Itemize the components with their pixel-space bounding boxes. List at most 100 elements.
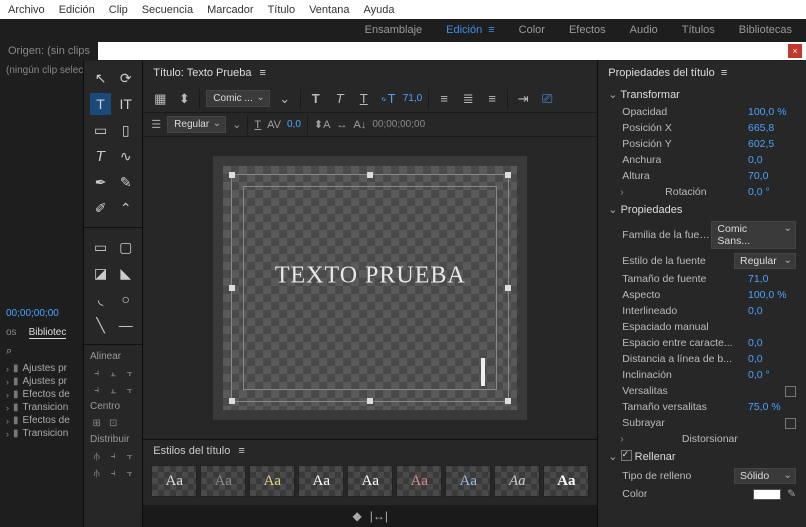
markers-icon[interactable]: |↔| [370, 509, 388, 523]
slant-value[interactable]: 0,0 ° [748, 369, 796, 381]
path-type-tool-icon[interactable]: 𝘛 [90, 145, 111, 167]
opacity-value[interactable]: 100,0 % [748, 106, 796, 118]
align-icon[interactable]: ⫞ [90, 383, 103, 397]
workspace-tab-active[interactable]: Edición [446, 24, 495, 36]
style-swatch[interactable]: Aa [200, 465, 246, 497]
line-tool2-icon[interactable]: — [115, 314, 136, 336]
distribute-icon[interactable]: ⫟ [123, 466, 136, 480]
panel-tab-selected[interactable]: Bibliotec [29, 327, 67, 339]
color-swatch[interactable] [753, 489, 781, 500]
menu-item[interactable]: Título [268, 4, 296, 16]
pos-y-value[interactable]: 602,5 [748, 138, 796, 150]
distribute-icon[interactable]: ⫛ [90, 466, 103, 480]
aspect-value[interactable]: 100,0 % [748, 289, 796, 301]
handle-icon[interactable] [367, 398, 373, 404]
baseline-value[interactable]: 0,0 [748, 353, 796, 365]
menu-item[interactable]: Archivo [8, 4, 45, 16]
align-icon[interactable]: ⫠ [106, 383, 119, 397]
menu-item[interactable]: Secuencia [142, 4, 193, 16]
workspace-tab[interactable]: Efectos [569, 24, 606, 36]
style-swatch[interactable]: Aa [249, 465, 295, 497]
list-item[interactable]: ›▮Efectos de [2, 414, 81, 427]
style-swatch[interactable]: Aa [543, 465, 589, 497]
smallcaps-size-value[interactable]: 75,0 % [748, 401, 796, 413]
smallcaps-checkbox[interactable] [785, 386, 796, 397]
vertical-type-tool-icon[interactable]: IT [115, 93, 136, 115]
line-tool-icon[interactable]: ╲ [90, 314, 111, 336]
pos-x-value[interactable]: 665,8 [748, 122, 796, 134]
menu-item[interactable]: Edición [59, 4, 95, 16]
panel-menu-icon[interactable]: ≡ [260, 67, 266, 79]
ellipse-tool-icon[interactable]: ○ [115, 288, 136, 310]
selection-tool-icon[interactable]: ↖ [90, 67, 111, 89]
style-swatch[interactable]: Aa [347, 465, 393, 497]
tracking-icon[interactable]: ↔ [336, 119, 347, 131]
panel-menu-icon[interactable]: ≡ [721, 67, 727, 79]
style-swatch[interactable]: Aa [298, 465, 344, 497]
align-right-icon[interactable]: ≡ [483, 91, 501, 106]
workspace-tab[interactable]: Títulos [682, 24, 715, 36]
handle-icon[interactable] [505, 172, 511, 178]
add-anchor-icon[interactable]: ✎ [115, 171, 136, 193]
font-style-select[interactable]: Regular [167, 116, 226, 133]
list-icon[interactable]: ☰ [151, 118, 161, 131]
leading-icon[interactable]: ⬍A [314, 118, 331, 131]
options-timecode[interactable]: 00;00;00;00 [372, 119, 425, 130]
snap-icon[interactable]: ◆ [353, 509, 362, 523]
font-family-select[interactable]: Comic Sans... [711, 221, 796, 249]
rectangle-tool-icon[interactable]: ▭ [90, 236, 111, 258]
font-style-select[interactable]: Regular [734, 253, 796, 269]
workspace-tab[interactable]: Color [519, 24, 545, 36]
underline-icon[interactable]: T [254, 119, 261, 131]
arc-tool-icon[interactable]: ◟ [90, 288, 111, 310]
width-value[interactable]: 0,0 [748, 154, 796, 166]
height-value[interactable]: 70,0 [748, 170, 796, 182]
timecode[interactable]: 00;00;00;00 [0, 304, 83, 323]
font-size-value[interactable]: 71,0 [748, 273, 796, 285]
list-item[interactable]: ›▮Ajustes pr [2, 362, 81, 375]
section-transform[interactable]: Transformar [598, 85, 806, 104]
handle-icon[interactable] [229, 398, 235, 404]
wedge-tool-icon[interactable]: ◣ [115, 262, 136, 284]
chevron-down-icon[interactable]: ⌄ [276, 91, 294, 107]
rotation-value[interactable]: 0,0 ° [748, 186, 796, 198]
menu-item[interactable]: Clip [109, 4, 128, 16]
baseline-icon[interactable]: A↓ [353, 119, 366, 131]
align-left-icon[interactable]: ≡ [435, 91, 453, 106]
handle-icon[interactable] [367, 172, 373, 178]
align-icon[interactable]: ⫠ [106, 366, 119, 380]
align-icon[interactable]: ⫞ [90, 366, 103, 380]
font-family-select[interactable]: Comic ... [206, 90, 269, 107]
style-swatch[interactable]: Aa [445, 465, 491, 497]
center-icon[interactable]: ⊡ [106, 416, 119, 430]
style-swatch[interactable]: Aa [494, 465, 540, 497]
distribute-icon[interactable]: ⫞ [106, 466, 119, 480]
pen-tool-icon[interactable]: ✒ [90, 171, 111, 193]
bold-icon[interactable]: T [307, 91, 325, 106]
roll-crawl-icon[interactable]: ⬍ [175, 91, 193, 107]
close-icon[interactable]: × [788, 44, 802, 58]
workspace-tab[interactable]: Ensamblaje [365, 24, 422, 36]
eyedropper-icon[interactable]: ✎ [787, 488, 796, 500]
kerning-value[interactable]: 0,0 [287, 119, 301, 130]
fill-checkbox[interactable] [621, 450, 632, 461]
list-item[interactable]: ›▮Efectos de [2, 388, 81, 401]
vertical-area-type-tool-icon[interactable]: ▯ [115, 119, 136, 141]
area-type-tool-icon[interactable]: ▭ [90, 119, 111, 141]
panel-tab[interactable]: os [6, 327, 17, 339]
type-tool-icon[interactable]: T [90, 93, 111, 115]
vertical-path-type-tool-icon[interactable]: ∿ [115, 145, 136, 167]
font-size-value[interactable]: 71,0 [403, 93, 422, 104]
center-icon[interactable]: ⊞ [90, 416, 103, 430]
list-item[interactable]: ›▮Ajustes pr [2, 375, 81, 388]
align-icon[interactable]: ⫟ [123, 366, 136, 380]
panel-menu-icon[interactable]: ≡ [238, 445, 244, 457]
convert-anchor-icon[interactable]: ⌃ [115, 197, 136, 219]
menu-item[interactable]: Marcador [207, 4, 253, 16]
section-fill[interactable]: Rellenar [598, 447, 806, 466]
list-item[interactable]: ›▮Transicion [2, 427, 81, 440]
fill-type-select[interactable]: Sólido [734, 468, 796, 484]
templates-icon[interactable]: ▦ [151, 91, 169, 107]
distribute-icon[interactable]: ⫛ [90, 449, 103, 463]
workspace-tab[interactable]: Bibliotecas [739, 24, 792, 36]
